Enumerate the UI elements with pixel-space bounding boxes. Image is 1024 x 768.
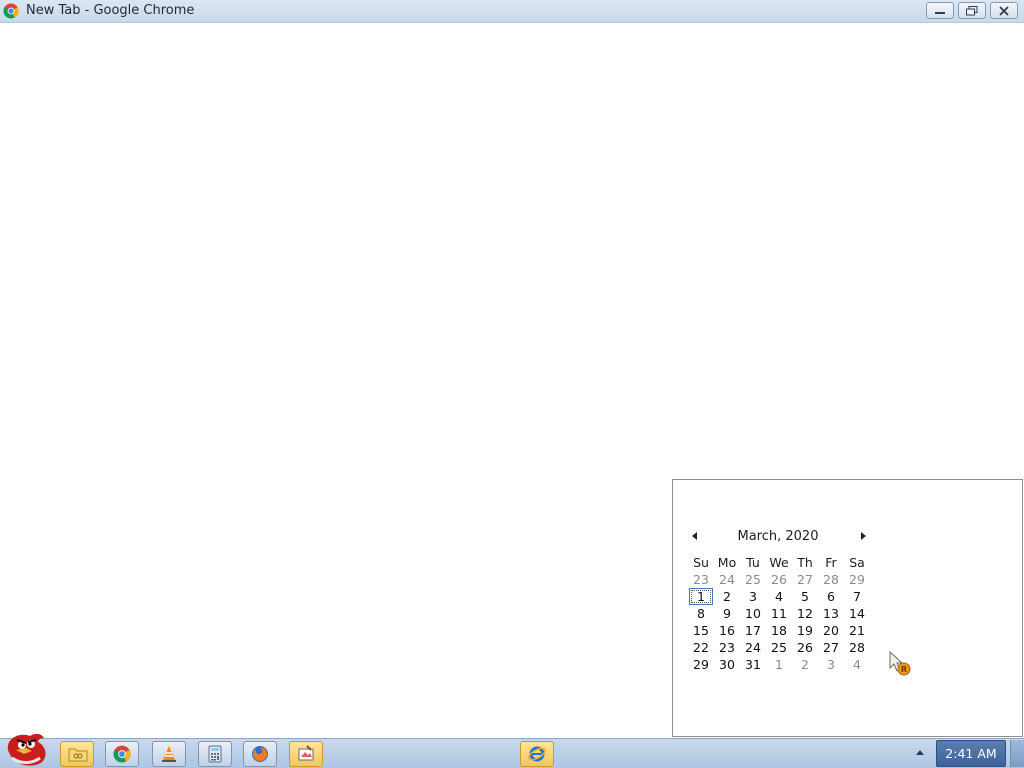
calendar-day[interactable]: 25 [766, 639, 792, 656]
triangle-left-icon[interactable] [690, 531, 700, 541]
calendar-day[interactable]: 8 [688, 605, 714, 622]
calendar-day[interactable]: 5 [792, 588, 818, 605]
calendar-day[interactable]: 14 [844, 605, 870, 622]
close-button[interactable] [990, 2, 1018, 19]
calendar-day[interactable]: 25 [740, 571, 766, 588]
calendar-day[interactable]: 23 [688, 571, 714, 588]
window-title: New Tab - Google Chrome [26, 3, 195, 18]
vlc-icon [162, 746, 176, 762]
calendar-day[interactable]: 9 [714, 605, 740, 622]
calendar-day[interactable]: 3 [818, 656, 844, 673]
calendar-day[interactable]: 24 [714, 571, 740, 588]
weekday-header: Sa [849, 555, 865, 570]
calendar-popup: March, 2020 Su Mo Tu We Th Fr Sa 23 24 25 26 27 28 29… [672, 479, 1023, 737]
taskbar-paint-button[interactable] [289, 741, 323, 767]
triangle-right-icon[interactable] [858, 531, 868, 541]
triangle-up-icon[interactable] [915, 748, 925, 756]
calculator-icon [208, 745, 222, 763]
calendar-day[interactable]: 6 [818, 588, 844, 605]
calendar-day[interactable]: 3 [740, 588, 766, 605]
taskbar-vlc-button[interactable] [152, 741, 186, 767]
minimize-button[interactable] [926, 2, 954, 19]
calendar-day[interactable]: 27 [792, 571, 818, 588]
restore-button[interactable] [958, 2, 986, 19]
internet-explorer-icon [528, 746, 546, 762]
taskbar-firefox-button[interactable] [243, 741, 277, 767]
calendar-day[interactable]: 19 [792, 622, 818, 639]
calendar-day[interactable]: 1 [766, 656, 792, 673]
taskbar-folder-button[interactable] [60, 741, 94, 767]
firefox-icon [252, 746, 268, 762]
title-bar: New Tab - Google Chrome [0, 0, 1024, 23]
calendar-day[interactable]: 2 [792, 656, 818, 673]
calendar-day[interactable]: 15 [688, 622, 714, 639]
calendar-day-today[interactable]: 1 [689, 588, 713, 605]
calendar-day[interactable]: 28 [844, 639, 870, 656]
paint-icon [298, 745, 314, 761]
calendar-day[interactable]: 7 [844, 588, 870, 605]
calendar-day[interactable]: 24 [740, 639, 766, 656]
restore-icon [966, 6, 978, 16]
show-desktop-button[interactable] [1010, 740, 1024, 767]
weekday-header: Fr [825, 555, 837, 570]
calendar-day[interactable]: 10 [740, 605, 766, 622]
chrome-icon [113, 745, 131, 763]
clock-button[interactable]: 2:41 AM [936, 740, 1006, 767]
weekday-header: Th [797, 555, 813, 570]
calendar-day[interactable]: 26 [766, 571, 792, 588]
calendar-day[interactable]: 29 [844, 571, 870, 588]
calendar-month-label[interactable]: March, 2020 [713, 529, 843, 544]
calendar-day[interactable]: 21 [844, 622, 870, 639]
folder-icon [68, 748, 88, 762]
calendar-day[interactable]: 27 [818, 639, 844, 656]
calendar-day[interactable]: 28 [818, 571, 844, 588]
weekday-header: Su [693, 555, 709, 570]
calendar-day[interactable]: 22 [688, 639, 714, 656]
svg-text:R: R [901, 665, 907, 674]
close-icon [999, 6, 1009, 16]
calendar-day[interactable]: 26 [792, 639, 818, 656]
calendar-grid: Su Mo Tu We Th Fr Sa 23 24 25 26 27 28 29 1 2 3 4 5 6 7 8 9 10 1… [688, 554, 870, 673]
calendar-day[interactable]: 23 [714, 639, 740, 656]
calendar-day[interactable]: 17 [740, 622, 766, 639]
calendar-day[interactable]: 16 [714, 622, 740, 639]
calendar-day[interactable]: 2 [714, 588, 740, 605]
weekday-header: Mo [717, 555, 737, 570]
calendar-day[interactable]: 4 [844, 656, 870, 673]
taskbar-calculator-button[interactable] [198, 741, 232, 767]
calendar-day[interactable]: 4 [766, 588, 792, 605]
calendar-day[interactable]: 12 [792, 605, 818, 622]
calendar-day[interactable]: 30 [714, 656, 740, 673]
weekday-header: We [769, 555, 789, 570]
calendar-day[interactable]: 13 [818, 605, 844, 622]
calendar-day[interactable]: 11 [766, 605, 792, 622]
taskbar-chrome-button[interactable] [105, 741, 139, 767]
taskbar-internet-explorer-button[interactable] [520, 741, 554, 767]
minimize-icon [935, 12, 945, 14]
calendar-day[interactable]: 31 [740, 656, 766, 673]
calendar-day[interactable]: 20 [818, 622, 844, 639]
weekday-header: Tu [746, 555, 760, 570]
calendar-day[interactable]: 29 [688, 656, 714, 673]
taskbar-clock: 2:41 AM [945, 746, 997, 761]
angry-bird-start-icon[interactable] [2, 730, 50, 768]
calendar-day[interactable]: 18 [766, 622, 792, 639]
chrome-icon [3, 3, 19, 19]
cursor-icon: R [889, 651, 911, 676]
